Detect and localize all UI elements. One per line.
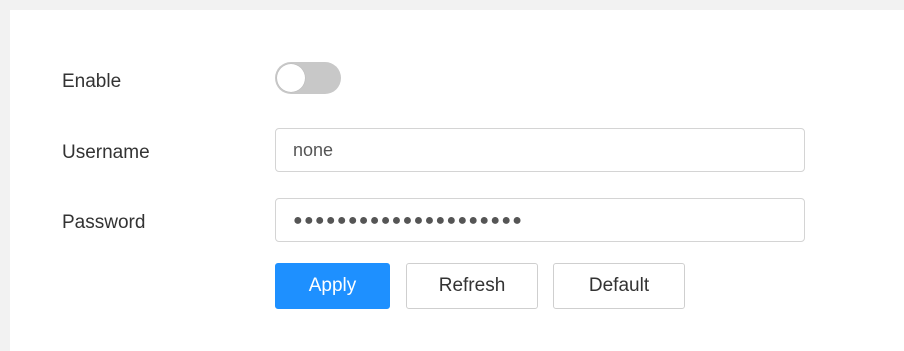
refresh-button[interactable]: Refresh bbox=[406, 263, 538, 309]
settings-panel: Enable Username Password ●●●●●●●●●●●●●●●… bbox=[10, 10, 904, 351]
password-label: Password bbox=[62, 212, 146, 233]
username-input[interactable] bbox=[275, 128, 805, 172]
username-label: Username bbox=[62, 142, 150, 163]
password-input[interactable] bbox=[275, 198, 805, 242]
enable-label: Enable bbox=[62, 71, 122, 92]
apply-button[interactable]: Apply bbox=[275, 263, 390, 309]
default-button[interactable]: Default bbox=[553, 263, 685, 309]
enable-toggle[interactable] bbox=[275, 62, 341, 94]
toggle-knob bbox=[277, 64, 305, 92]
